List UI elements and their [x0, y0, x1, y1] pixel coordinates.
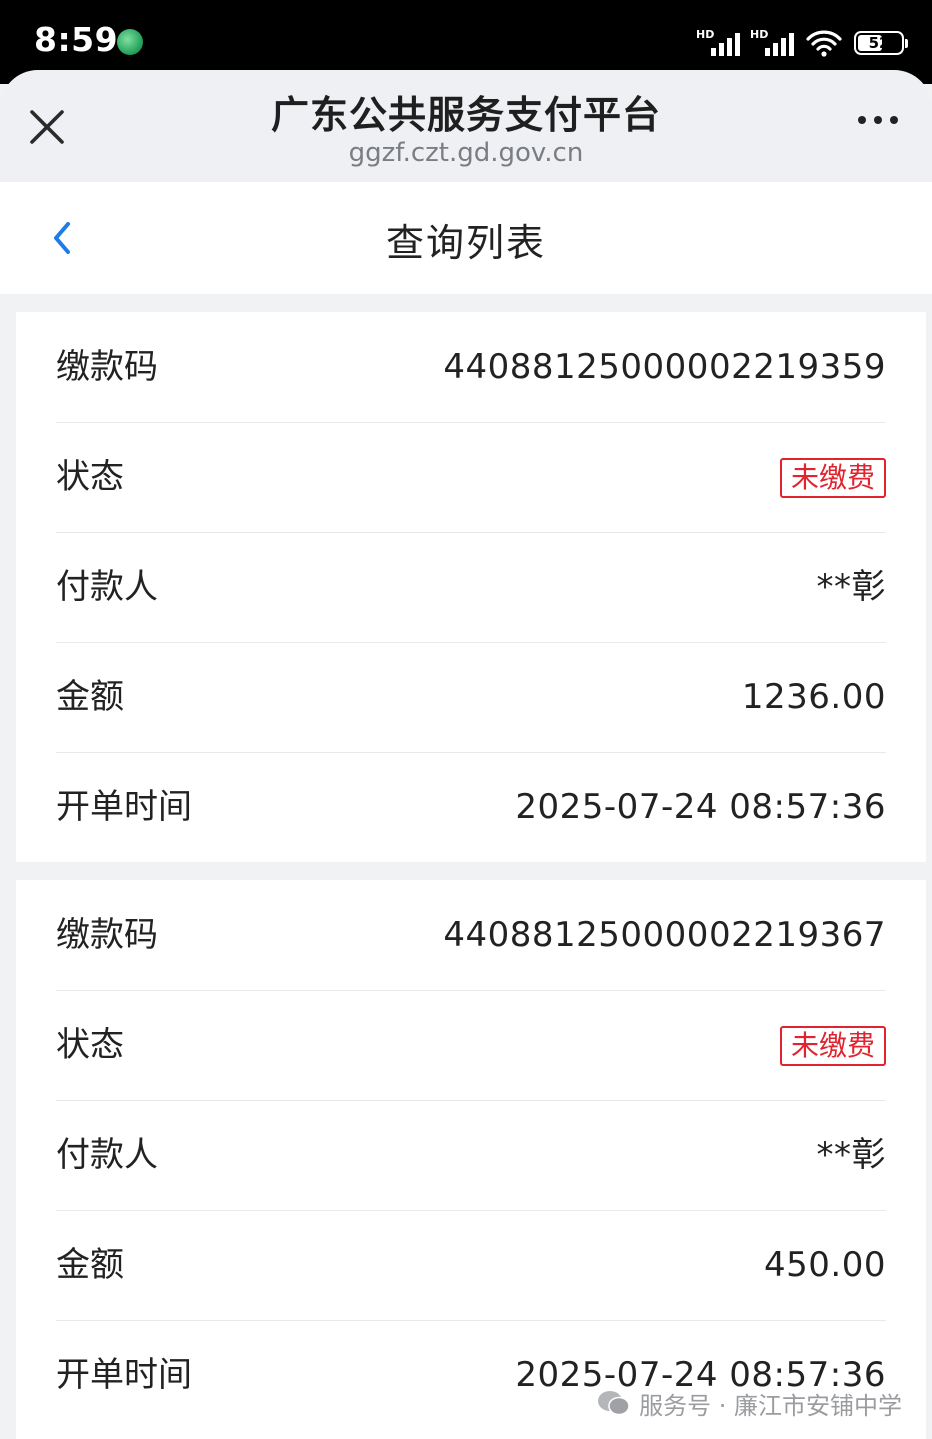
code-row: 缴款码 44088125000002219367 — [56, 880, 886, 991]
watermark: 服务号 · 廉江市安铺中学 — [597, 1386, 902, 1420]
site-url: ggzf.czt.gd.gov.cn — [348, 138, 584, 168]
status-time: 8:59 — [34, 20, 119, 59]
wifi-icon — [806, 30, 842, 57]
time-label: 开单时间 — [56, 787, 192, 827]
time-value: 2025-07-24 08:57:36 — [515, 787, 886, 827]
battery-icon: 52 — [854, 31, 908, 55]
signal-1-icon: HD — [696, 28, 740, 58]
record-card[interactable]: 缴款码 44088125000002219359 状态 未缴费 付款人 **彰 … — [16, 312, 926, 862]
amount-row: 金额 450.00 — [56, 1210, 886, 1321]
status-row: 状态 未缴费 — [56, 422, 886, 533]
time-row: 开单时间 2025-07-24 08:57:36 — [56, 752, 886, 862]
wechat-icon — [598, 1391, 630, 1416]
record-card[interactable]: 缴款码 44088125000002219367 状态 未缴费 付款人 **彰 … — [16, 880, 926, 1439]
payer-label: 付款人 — [56, 1135, 158, 1175]
payer-value: **彰 — [816, 567, 886, 607]
amount-label: 金额 — [56, 1245, 124, 1285]
site-title: 广东公共服务支付平台 — [270, 93, 661, 137]
page-header: 查询列表 — [0, 182, 932, 294]
battery-level: 52 — [868, 34, 890, 52]
amount-value: 1236.00 — [741, 677, 886, 717]
signal-2-icon: HD — [750, 28, 794, 58]
code-row: 缴款码 44088125000002219359 — [56, 312, 886, 423]
payer-row: 付款人 **彰 — [56, 532, 886, 643]
status-label: 状态 — [56, 1025, 124, 1065]
watermark-text: 服务号 · 廉江市安铺中学 — [639, 1391, 902, 1420]
amount-value: 450.00 — [764, 1245, 886, 1285]
status-badge: 未缴费 — [779, 458, 886, 498]
browser-header: 广东公共服务支付平台 ggzf.czt.gd.gov.cn — [0, 70, 932, 182]
amount-label: 金额 — [56, 677, 124, 717]
code-label: 缴款码 — [56, 347, 158, 387]
payer-row: 付款人 **彰 — [56, 1100, 886, 1211]
code-label: 缴款码 — [56, 915, 158, 955]
amount-row: 金额 1236.00 — [56, 642, 886, 753]
page-title: 查询列表 — [385, 221, 546, 265]
code-value: 44088125000002219367 — [443, 915, 886, 955]
payer-label: 付款人 — [56, 567, 158, 607]
payer-value: **彰 — [816, 1135, 886, 1175]
call-indicator-icon — [117, 29, 143, 55]
more-options-icon[interactable] — [858, 116, 898, 124]
status-badge: 未缴费 — [779, 1026, 886, 1066]
code-value: 44088125000002219359 — [443, 347, 886, 387]
status-row: 状态 未缴费 — [56, 990, 886, 1101]
time-label: 开单时间 — [56, 1355, 192, 1395]
status-label: 状态 — [56, 457, 124, 497]
